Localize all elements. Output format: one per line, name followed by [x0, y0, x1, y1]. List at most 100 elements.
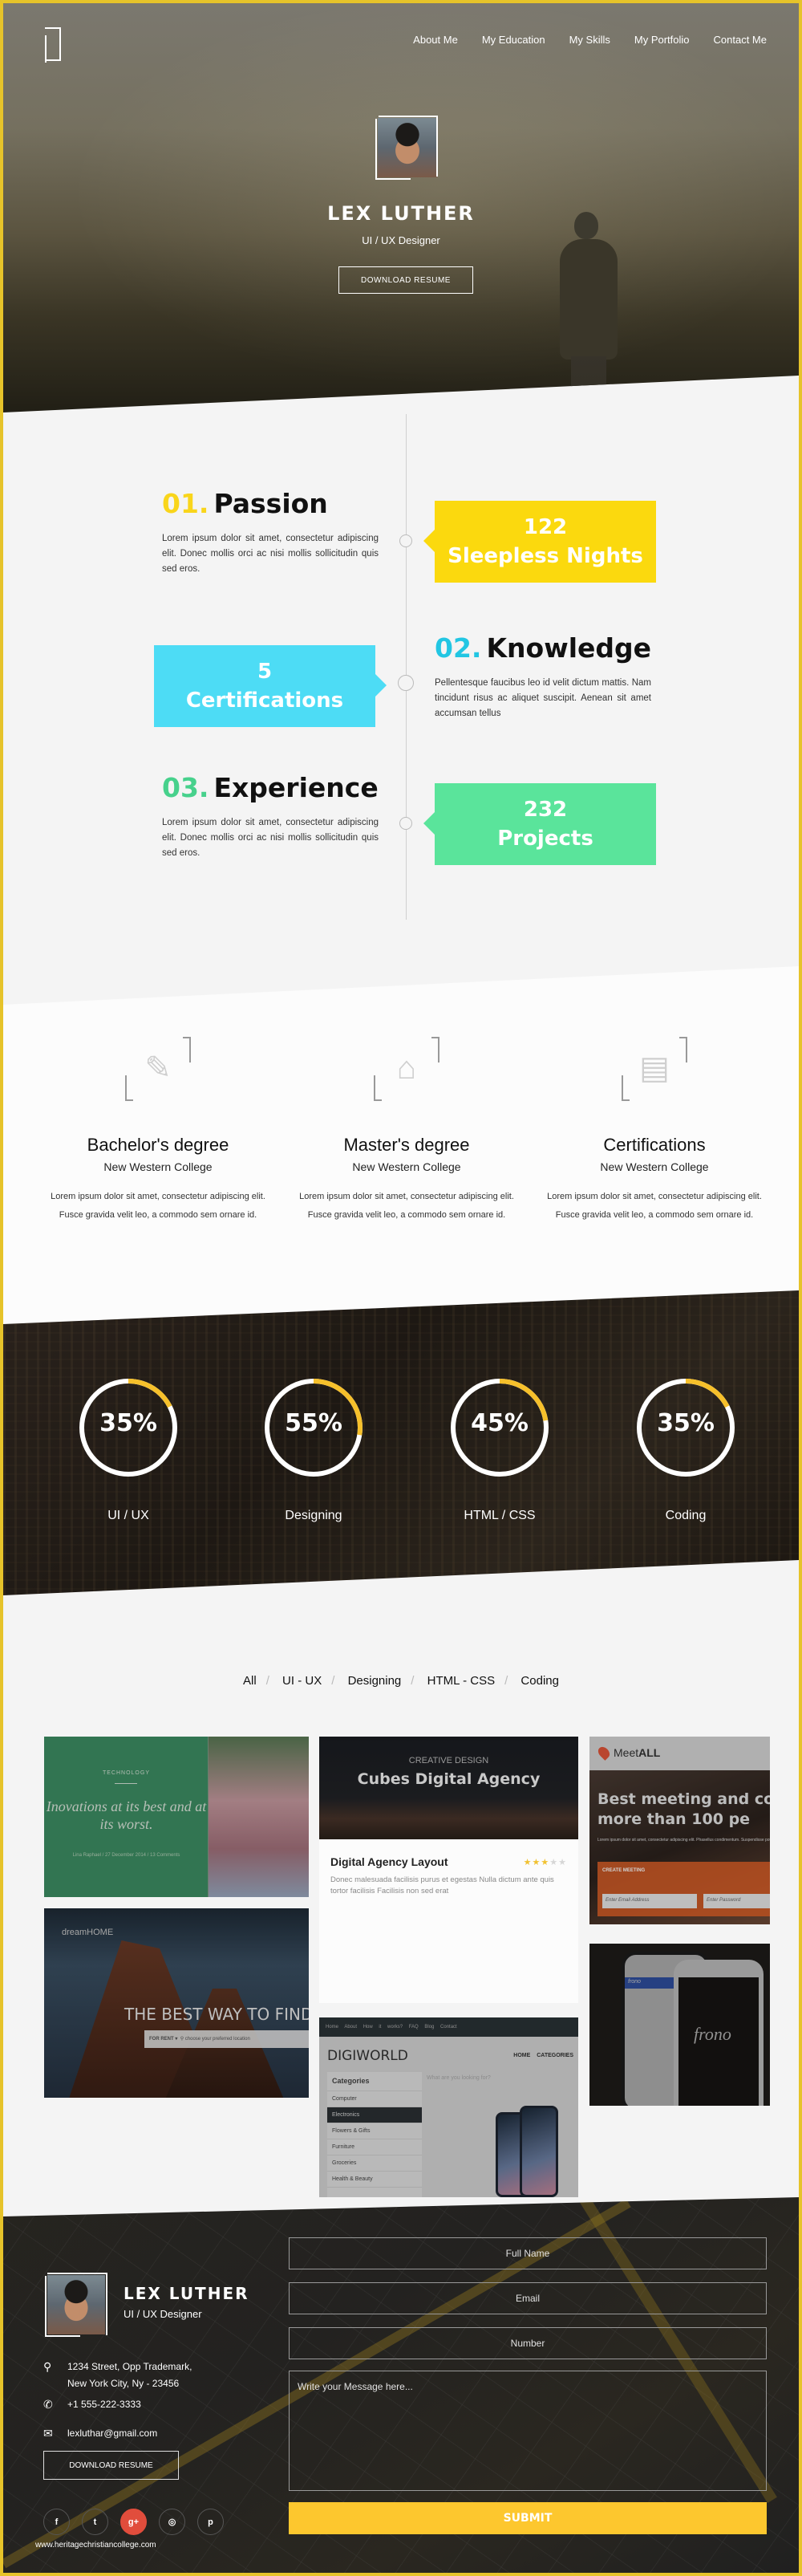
- logo-icon[interactable]: [45, 27, 61, 63]
- diploma-scroll-icon: ✎: [144, 1050, 172, 1086]
- footer-email: ✉ lexluthar@gmail.com: [43, 2425, 157, 2442]
- message-textarea[interactable]: [289, 2371, 767, 2491]
- submit-button[interactable]: SUBMIT: [289, 2502, 767, 2534]
- timeline-number: 03.: [162, 772, 209, 803]
- timeline-title: Knowledge: [486, 632, 652, 664]
- email-address[interactable]: lexluthar@gmail.com: [67, 2425, 157, 2442]
- graduation-cap-icon: ⌂: [396, 1050, 417, 1086]
- education-text: Lorem ipsum dolor sit amet, consectetur …: [286, 1188, 527, 1225]
- nav-contact-me[interactable]: Contact Me: [714, 34, 767, 46]
- timeline-item-knowledge: 02. Knowledge Pellentesque faucibus leo i…: [435, 632, 652, 721]
- stat-box-projects: 232 Projects: [423, 783, 656, 865]
- timeline-number: 02.: [435, 632, 482, 664]
- mail-icon: ✉: [43, 2427, 53, 2440]
- star-empty-icon: ★: [558, 1858, 567, 1867]
- filter-html-css[interactable]: HTML - CSS: [427, 1674, 495, 1688]
- hero-name: LEX LUTHER: [327, 202, 475, 225]
- education-school: New Western College: [352, 1160, 461, 1173]
- skill-percent: 45%: [471, 1409, 529, 1437]
- nav-about-me[interactable]: About Me: [413, 34, 458, 46]
- download-resume-button[interactable]: DOWNLOAD RESUME: [338, 266, 473, 294]
- card-description: Donec malesuada facilisis purus et egest…: [330, 1875, 554, 1895]
- timeline-dot: [398, 675, 414, 691]
- portfolio-card-frono[interactable]: frono frono: [589, 1944, 770, 2106]
- timeline-item-experience: 03. Experience Lorem ipsum dolor sit amet…: [162, 772, 379, 861]
- filter-ui-ux[interactable]: UI - UX: [282, 1674, 322, 1688]
- education-title: Certifications: [603, 1135, 706, 1155]
- education-text-line: Lorem ipsum dolor sit amet, consectetur …: [299, 1192, 514, 1201]
- google-plus-icon[interactable]: g+: [120, 2509, 147, 2535]
- full-name-input[interactable]: [289, 2237, 767, 2269]
- portfolio-card-meetall[interactable]: MeetALL Best meeting and con for more th…: [589, 1737, 770, 1924]
- hero-avatar: [375, 116, 439, 180]
- main-nav: About Me My Education My Skills My Portf…: [413, 34, 767, 46]
- facebook-icon[interactable]: f: [43, 2509, 70, 2535]
- skills-section: 35% UI / UX 55% Designing 45% HTML / CSS: [3, 1290, 799, 1595]
- address-line: New York City, Ny - 23456: [67, 2378, 180, 2389]
- certificate-icon: ▤: [639, 1050, 670, 1086]
- star-filled-icon: ★: [532, 1858, 541, 1867]
- skill-label: UI / UX: [107, 1509, 149, 1522]
- twitter-icon[interactable]: t: [82, 2509, 108, 2535]
- card-kicker: CREATIVE DESIGN: [408, 1756, 489, 1765]
- portfolio-card-digiworld[interactable]: Home About How it works? FAQ Blog Contac…: [319, 2017, 578, 2197]
- skill-html-css: 45% HTML / CSS: [444, 1375, 556, 1523]
- card-overlay: [44, 1908, 309, 2098]
- education-title: Master's degree: [343, 1135, 470, 1155]
- nav-my-education[interactable]: My Education: [482, 34, 545, 46]
- card-overlay: [319, 2017, 578, 2197]
- stat-label: Projects: [497, 827, 593, 851]
- filter-separator: /: [265, 1674, 269, 1688]
- portfolio-card-digital-agency[interactable]: CREATIVE DESIGN Cubes Digital Agency Dig…: [319, 1737, 578, 2003]
- timeline-text: Lorem ipsum dolor sit amet, consectetur …: [162, 534, 379, 575]
- email-input[interactable]: [289, 2282, 767, 2314]
- stat-value: 232: [523, 797, 568, 822]
- phone-number[interactable]: +1 555-222-3333: [67, 2396, 141, 2413]
- portfolio-card-technology[interactable]: TECHNOLOGY Inovations at its best and at…: [44, 1737, 309, 1897]
- education-text-line: Fusce gravida velit leo, a commodo sem o…: [59, 1210, 257, 1220]
- education-text: Lorem ipsum dolor sit amet, consectetur …: [534, 1188, 775, 1225]
- skill-label: Designing: [285, 1509, 342, 1522]
- skill-percent: 55%: [285, 1409, 342, 1437]
- footer-avatar: [45, 2273, 107, 2337]
- stat-value: 122: [523, 514, 568, 539]
- skill-ui-ux: 35% UI / UX: [72, 1375, 184, 1523]
- timeline-title: Experience: [213, 772, 379, 803]
- stat-value: 5: [257, 659, 273, 684]
- nav-my-skills[interactable]: My Skills: [569, 34, 610, 46]
- card-overlay: [589, 1737, 770, 1924]
- footer-role: UI / UX Designer: [124, 2308, 202, 2320]
- card-image: [319, 1737, 578, 1839]
- footer-download-resume-button[interactable]: DOWNLOAD RESUME: [43, 2451, 179, 2480]
- portfolio-filters: All / UI - UX / Designing / HTML - CSS / Cod…: [3, 1674, 799, 1688]
- stat-label: Certifications: [185, 689, 344, 713]
- timeline-line: [406, 414, 407, 920]
- pinterest-icon[interactable]: p: [197, 2509, 224, 2535]
- page: About Me My Education My Skills My Portf…: [3, 3, 799, 2573]
- education-text-line: Fusce gravida velit leo, a commodo sem o…: [307, 1210, 506, 1220]
- education-icon-frame: ▤: [622, 1037, 687, 1101]
- filter-all[interactable]: All: [243, 1674, 257, 1688]
- portfolio-card-dreamhome[interactable]: dreamHOME THE BEST WAY TO FIND FOR RENT …: [44, 1908, 309, 2098]
- education-text-line: Lorem ipsum dolor sit amet, consectetur …: [547, 1192, 762, 1201]
- education-item: ✎ Bachelor's degree New Western College …: [38, 1037, 278, 1225]
- address-line: 1234 Street, Opp Trademark,: [67, 2361, 192, 2372]
- timeline-item-passion: 01. Passion Lorem ipsum dolor sit amet, c…: [162, 489, 379, 577]
- education-text-line: Fusce gravida velit leo, a commodo sem o…: [555, 1210, 754, 1220]
- hero-section: About Me My Education My Skills My Portf…: [3, 3, 799, 412]
- dribbble-icon[interactable]: ◎: [159, 2509, 185, 2535]
- number-input[interactable]: [289, 2327, 767, 2359]
- nav-my-portfolio[interactable]: My Portfolio: [634, 34, 690, 46]
- footer-address: ⚲ 1234 Street, Opp Trademark, New York Ci…: [43, 2359, 192, 2392]
- education-text-line: Lorem ipsum dolor sit amet, consectetur …: [51, 1192, 265, 1201]
- filter-coding[interactable]: Coding: [520, 1674, 559, 1688]
- filter-designing[interactable]: Designing: [348, 1674, 402, 1688]
- filter-separator: /: [504, 1674, 508, 1688]
- skill-label: Coding: [665, 1509, 707, 1522]
- star-empty-icon: ★: [549, 1858, 559, 1867]
- location-pin-icon: ⚲: [43, 2360, 52, 2373]
- filter-separator: /: [411, 1674, 415, 1688]
- education-item: ▤ Certifications New Western College Lor…: [534, 1037, 775, 1225]
- education-school: New Western College: [600, 1160, 709, 1173]
- stat-box-certifications: 5 Certifications: [154, 645, 387, 727]
